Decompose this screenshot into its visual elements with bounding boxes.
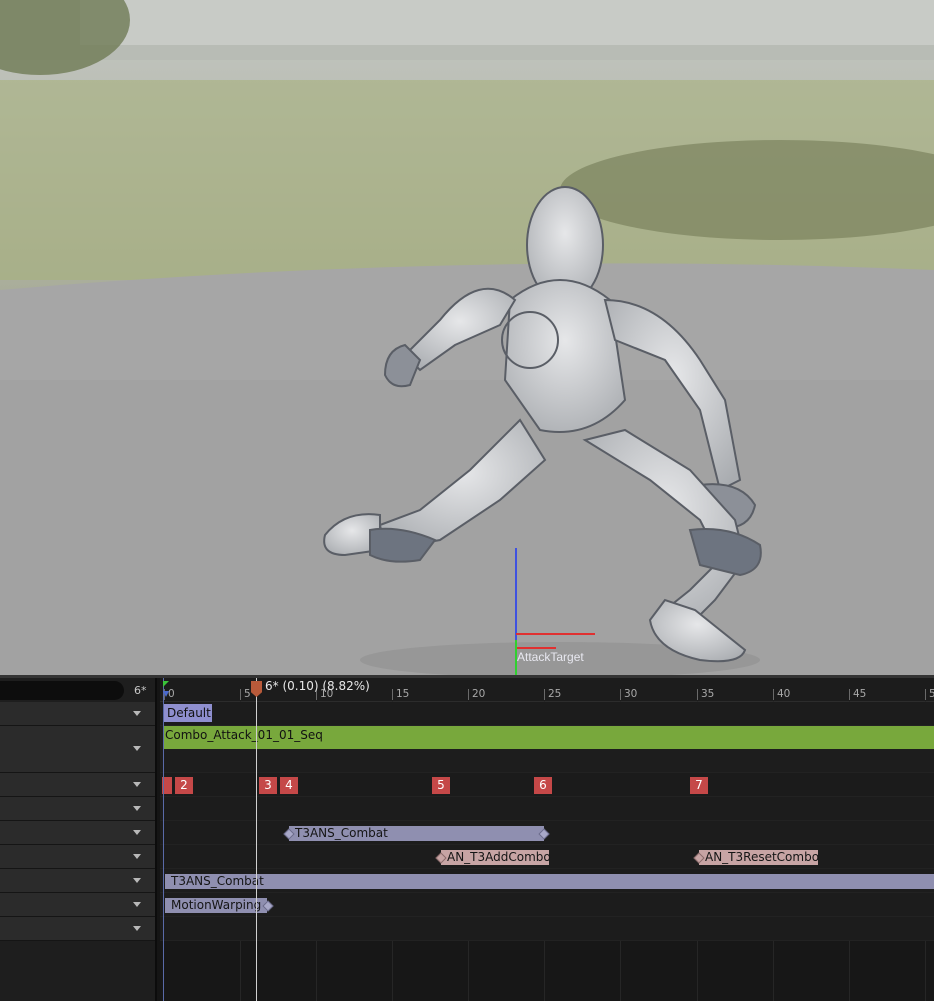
chevron-down-icon[interactable] xyxy=(133,901,141,907)
chevron-down-icon[interactable] xyxy=(133,853,141,859)
notify-state-t3ans-combat-full[interactable]: T3ANS_Combat xyxy=(165,874,934,889)
ruler-tick: 45 xyxy=(849,689,866,700)
ruler-tick: 35 xyxy=(697,689,714,700)
ruler-tick: 30 xyxy=(620,689,637,700)
track-row-markers[interactable] xyxy=(0,773,155,797)
anim-timeline: 6* 0 5 10 15 20 25 30 35 40 45 5 Default… xyxy=(0,678,934,1001)
viewport[interactable]: AttackTarget xyxy=(0,0,934,675)
combo-marker[interactable]: 2 xyxy=(175,777,193,794)
playhead-line[interactable] xyxy=(256,678,257,1001)
combo-marker[interactable]: 5 xyxy=(432,777,450,794)
ruler-tick: 40 xyxy=(773,689,790,700)
track-row-notifies-4[interactable] xyxy=(0,869,155,893)
chevron-down-icon[interactable] xyxy=(133,746,141,751)
track-row-montage[interactable] xyxy=(0,726,155,773)
track-row-sections[interactable] xyxy=(0,702,155,726)
attack-target-label: AttackTarget xyxy=(517,650,584,664)
combo-marker[interactable]: 6 xyxy=(534,777,552,794)
playhead-label: 6* (0.10) (8.82%) xyxy=(265,679,370,693)
combo-marker[interactable]: 4 xyxy=(280,777,298,794)
notify-state-t3ans-combat[interactable]: T3ANS_Combat xyxy=(289,826,544,841)
current-frame-field[interactable]: 6* xyxy=(134,684,147,697)
ruler-tick: 5 xyxy=(240,689,251,700)
section-start-icon xyxy=(163,691,169,697)
start-line xyxy=(163,678,164,1001)
montage-segment[interactable]: Combo_Attack_01_01_Seq xyxy=(164,726,934,749)
ruler-tick: 20 xyxy=(468,689,485,700)
combo-marker[interactable]: 3 xyxy=(259,777,277,794)
section-default[interactable]: Default xyxy=(164,704,212,722)
track-row-notifies-2[interactable] xyxy=(0,821,155,845)
chevron-down-icon[interactable] xyxy=(133,710,141,716)
track-outliner: 6* xyxy=(0,678,157,1001)
ruler-tick: 5 xyxy=(925,689,934,700)
track-row-notifies-3[interactable] xyxy=(0,845,155,869)
ruler-tick: 25 xyxy=(544,689,561,700)
scene-render xyxy=(0,0,934,675)
chevron-down-icon[interactable] xyxy=(133,877,141,883)
ruler-tick: 15 xyxy=(392,689,409,700)
chevron-down-icon[interactable] xyxy=(133,781,141,787)
chevron-down-icon[interactable] xyxy=(133,805,141,811)
start-flag-icon xyxy=(163,681,169,687)
notify-add-combo[interactable]: AN_T3AddCombo xyxy=(441,850,551,865)
chevron-down-icon[interactable] xyxy=(133,925,141,931)
chevron-down-icon[interactable] xyxy=(133,829,141,835)
combo-marker[interactable]: 7 xyxy=(690,777,708,794)
notify-reset-combo[interactable]: AN_T3ResetCombo xyxy=(699,850,819,865)
track-row-notifies-1[interactable] xyxy=(0,797,155,821)
track-area[interactable]: 0 5 10 15 20 25 30 35 40 45 5 Default Co… xyxy=(160,678,934,1001)
track-row-notifies-6[interactable] xyxy=(0,917,155,941)
notify-state-motion-warping[interactable]: MotionWarping xyxy=(165,898,267,913)
outliner-divider[interactable] xyxy=(155,678,157,1001)
track-search-input[interactable] xyxy=(0,681,124,700)
track-row-notifies-5[interactable] xyxy=(0,893,155,917)
